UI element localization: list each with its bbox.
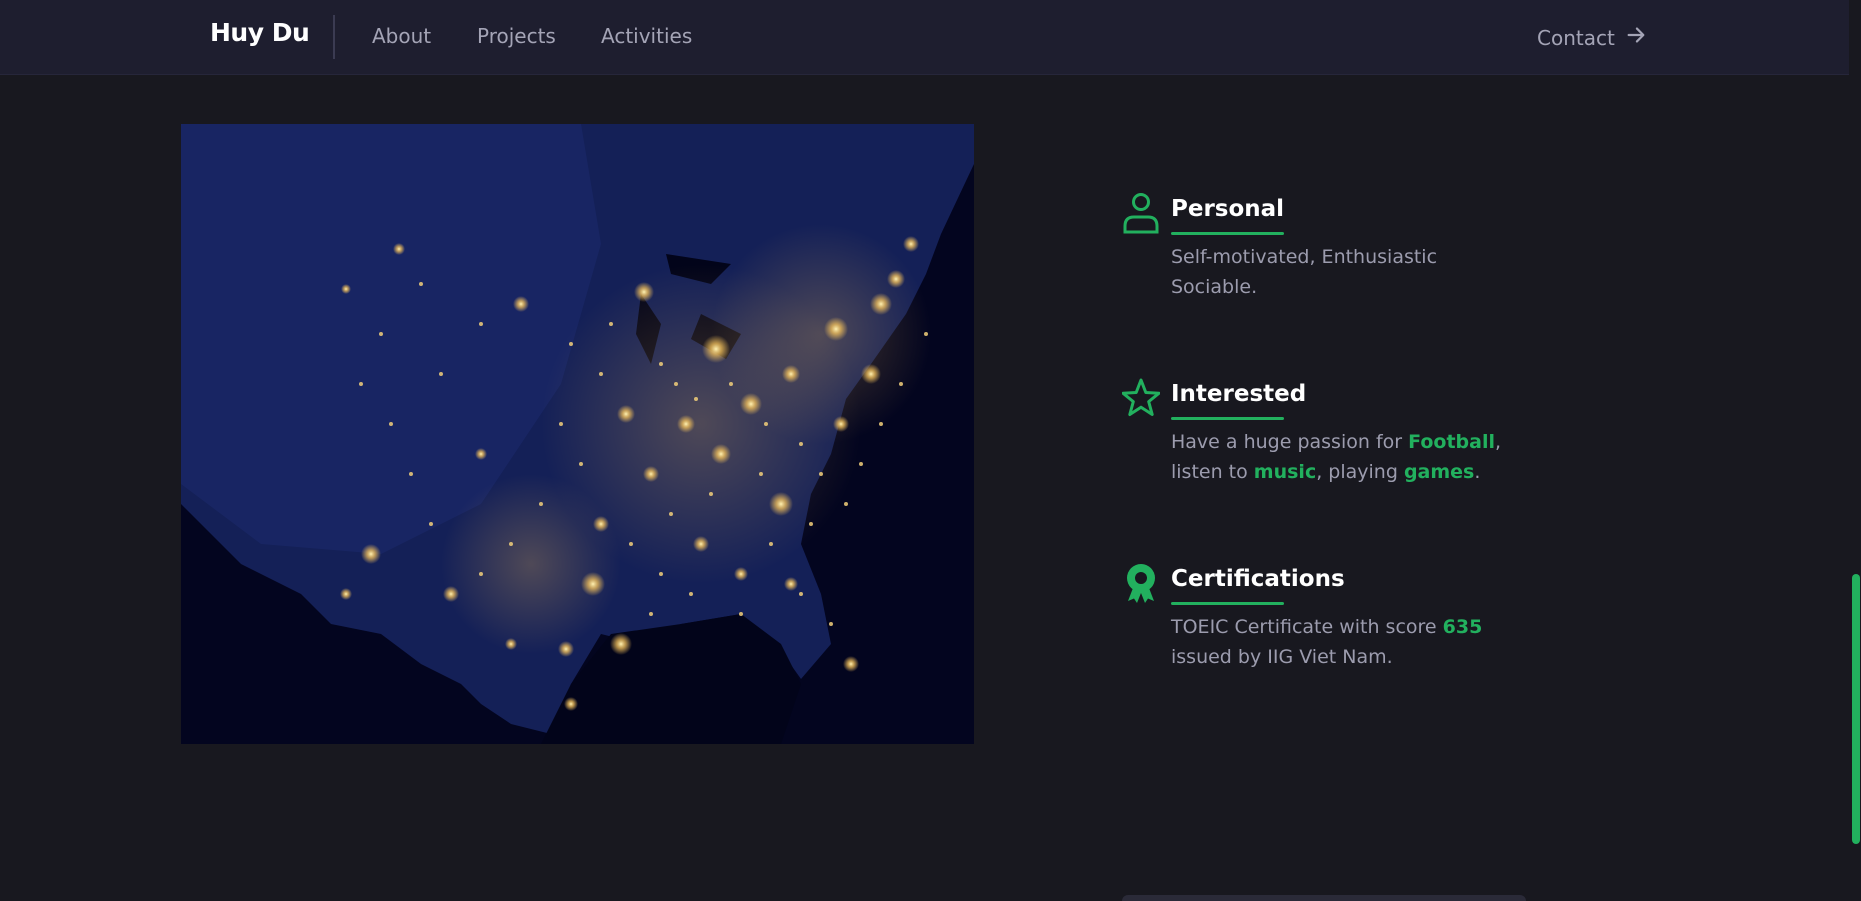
contact-label: Contact bbox=[1537, 25, 1615, 50]
description-text: TOEIC Certificate with score bbox=[1171, 616, 1443, 638]
description-line: Sociable. bbox=[1171, 276, 1258, 298]
award-icon bbox=[1122, 562, 1160, 604]
navbar: Huy Du About Projects Activities Contact bbox=[0, 0, 1861, 75]
title-underline bbox=[1171, 602, 1284, 605]
nav-link-projects[interactable]: Projects bbox=[477, 24, 556, 48]
feature-description: Self-motivated, Enthusiastic Sociable. bbox=[1171, 242, 1551, 302]
feature-title: Certifications bbox=[1171, 566, 1345, 592]
feature-description: TOEIC Certificate with score 635 issued … bbox=[1171, 612, 1551, 672]
nav-divider bbox=[333, 15, 335, 59]
title-underline bbox=[1171, 232, 1284, 235]
description-text: , bbox=[1494, 431, 1502, 453]
description-text: , playing bbox=[1316, 461, 1404, 483]
feature-description: Have a huge passion for Football, listen… bbox=[1171, 427, 1551, 487]
arrow-right-icon bbox=[1625, 24, 1647, 51]
star-icon bbox=[1121, 377, 1161, 419]
highlight-score: 635 bbox=[1442, 616, 1483, 638]
nav-link-activities[interactable]: Activities bbox=[601, 24, 692, 48]
user-icon bbox=[1122, 192, 1160, 234]
title-underline bbox=[1171, 417, 1284, 420]
brand-logo[interactable]: Huy Du bbox=[210, 18, 310, 47]
description-text: listen to bbox=[1171, 461, 1254, 483]
description-line: Self-motivated, Enthusiastic bbox=[1171, 246, 1438, 268]
highlight-games: games bbox=[1403, 461, 1475, 483]
night-lights-map-image bbox=[181, 124, 974, 744]
scrollbar-thumb[interactable] bbox=[1852, 574, 1860, 844]
feature-title: Interested bbox=[1171, 381, 1307, 407]
next-section-card bbox=[1122, 895, 1526, 901]
highlight-music: music bbox=[1253, 461, 1317, 483]
nav-link-about[interactable]: About bbox=[372, 24, 431, 48]
description-line: issued by IIG Viet Nam. bbox=[1171, 646, 1393, 668]
highlight-football: Football bbox=[1408, 431, 1495, 453]
description-text: Have a huge passion for bbox=[1171, 431, 1409, 453]
feature-title: Personal bbox=[1171, 196, 1285, 222]
description-text: . bbox=[1474, 461, 1481, 483]
contact-button[interactable]: Contact bbox=[1537, 24, 1647, 51]
